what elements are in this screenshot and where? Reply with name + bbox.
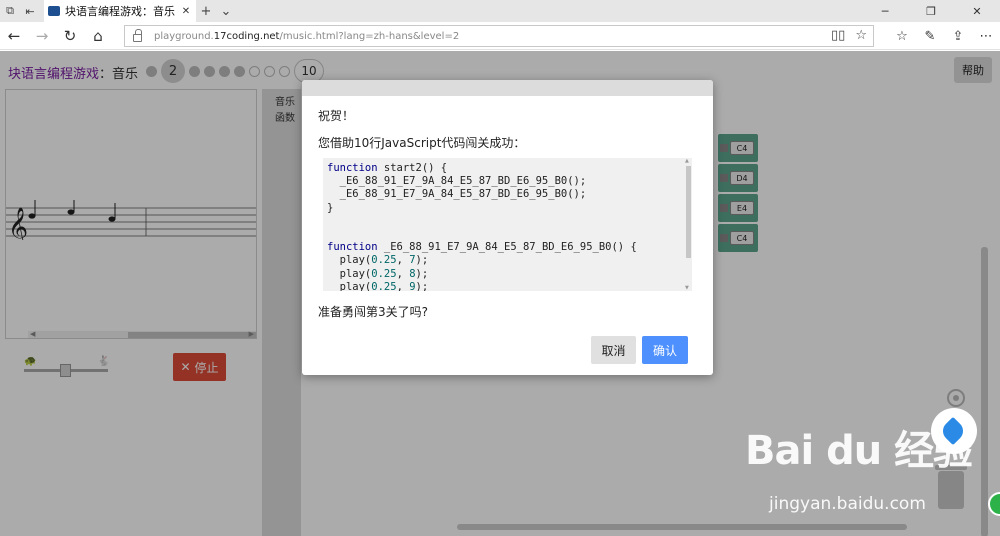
cancel-button[interactable]: 取消: [591, 336, 636, 364]
code-scrollbar-thumb[interactable]: [686, 166, 691, 258]
code-line: }: [327, 201, 334, 214]
web-note-icon[interactable]: ✎: [916, 22, 944, 50]
new-tab-button[interactable]: +: [196, 0, 216, 22]
browser-nav-bar: ← → ↻ ⌂ playground.17coding.net/music.ht…: [0, 22, 1000, 50]
confirm-button[interactable]: 确认: [642, 336, 688, 364]
favicon-icon: [48, 6, 60, 16]
window-controls: ─ ❐ ✕: [862, 0, 1000, 22]
favorites-hub-icon[interactable]: ☆: [888, 22, 916, 50]
dialog-message: 您借助10行JavaScript代码闯关成功：: [318, 136, 526, 150]
bird-logo-icon: [931, 408, 977, 454]
dialog-title: 祝贺！: [318, 109, 355, 123]
close-window-icon[interactable]: ✕: [954, 0, 1000, 22]
back-icon[interactable]: ←: [0, 22, 28, 50]
tab-title: 块语言编程游戏：音乐: [65, 5, 175, 18]
code-line: function _E6_88_91_E7_9A_84_E5_87_BD_E6_…: [327, 241, 637, 254]
watermark-url: jingyan.baidu.com: [769, 494, 926, 514]
lock-icon: [133, 29, 142, 42]
close-tab-icon[interactable]: ✕: [180, 6, 192, 17]
code-line: play(0.25, 7);: [327, 254, 429, 267]
code-line: _E6_88_91_E7_9A_84_E5_87_BD_E6_95_B0();: [327, 175, 587, 188]
baidu-jingyan-watermark: Bai du 经验 jingyan.baidu.com: [745, 408, 985, 528]
code-line: function start2() {: [327, 162, 448, 174]
url-text[interactable]: playground.17coding.net/music.html?lang=…: [154, 31, 459, 42]
forward-icon[interactable]: →: [28, 22, 56, 50]
dialog-title-bar: [302, 80, 713, 96]
restore-icon[interactable]: ❐: [908, 0, 954, 22]
address-bar[interactable]: playground.17coding.net/music.html?lang=…: [124, 25, 874, 47]
set-aside-tabs-icon[interactable]: ⇤: [20, 0, 40, 22]
scroll-down-icon[interactable]: ▼: [685, 285, 689, 291]
scroll-up-icon[interactable]: ▲: [685, 158, 689, 164]
tab-list-chevron-icon[interactable]: ⌄: [216, 0, 236, 22]
favorite-star-icon[interactable]: ☆: [855, 28, 867, 43]
browser-tab[interactable]: 块语言编程游戏：音乐 ✕: [44, 0, 196, 22]
refresh-icon[interactable]: ↻: [56, 22, 84, 50]
code-scrollbar[interactable]: ▲ ▼: [685, 158, 692, 291]
dialog-question: 准备勇闯第3关了吗?: [318, 305, 429, 319]
code-viewer[interactable]: function start2() { _E6_88_91_E7_9A_84_E…: [323, 158, 692, 291]
minimize-icon[interactable]: ─: [862, 0, 908, 22]
success-dialog: 祝贺！ 您借助10行JavaScript代码闯关成功： function sta…: [302, 80, 713, 375]
share-icon[interactable]: ⇪: [944, 22, 972, 50]
code-line: play(0.25, 9);: [327, 280, 429, 291]
browser-tab-bar: ⧉ ⇤ 块语言编程游戏：音乐 ✕ + ⌄ ─ ❐ ✕: [0, 0, 1000, 22]
code-line: _E6_88_91_E7_9A_84_E5_87_BD_E6_95_B0();: [327, 188, 587, 201]
home-icon[interactable]: ⌂: [84, 22, 112, 50]
code-text: function start2() { _E6_88_91_E7_9A_84_E…: [323, 158, 692, 291]
code-line: play(0.25, 8);: [327, 267, 429, 280]
tab-actions-icon[interactable]: ⧉: [0, 0, 20, 22]
more-options-icon[interactable]: ⋯: [972, 22, 1000, 50]
reading-view-icon[interactable]: ▯▯: [831, 28, 845, 43]
